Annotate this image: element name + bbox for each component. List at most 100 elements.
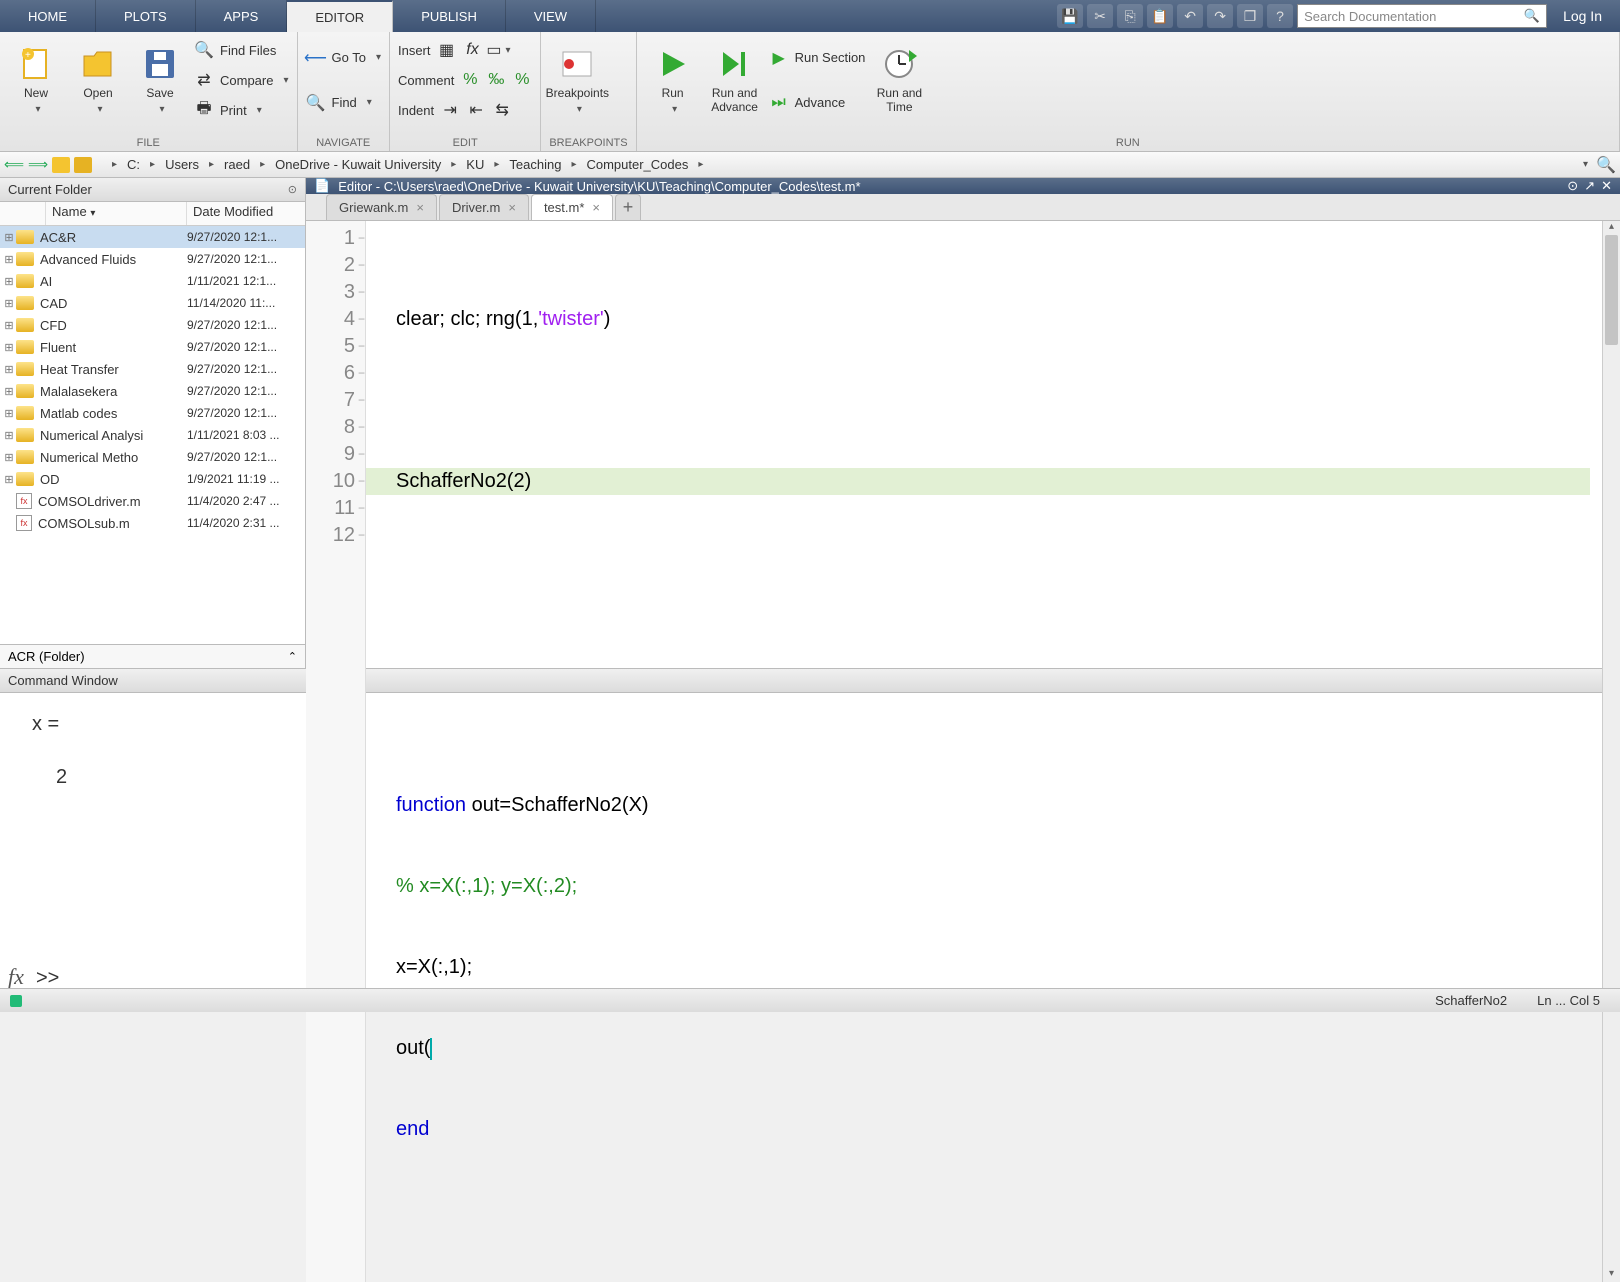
folder-up-icon[interactable] <box>74 157 92 173</box>
tab-home[interactable]: HOME <box>0 0 96 32</box>
file-row[interactable]: ⊞CAD11/14/2020 11:... <box>0 292 305 314</box>
header-date-col[interactable]: Date Modified <box>187 202 305 225</box>
insert-section-icon[interactable]: ▦ <box>437 40 457 60</box>
editor-undock-icon[interactable]: ↗ <box>1584 178 1595 194</box>
advance-button[interactable]: ⏭ Advance <box>769 89 866 117</box>
close-tab-icon[interactable]: × <box>416 200 424 215</box>
scroll-up-icon[interactable]: ▴ <box>1603 221 1620 235</box>
editor-close-icon[interactable]: ✕ <box>1601 178 1612 194</box>
outdent-icon[interactable]: ⇤ <box>466 100 486 120</box>
run-button[interactable]: Run <box>645 36 701 124</box>
file-row[interactable]: ⊞Numerical Analysi1/11/2021 8:03 ... <box>0 424 305 446</box>
qat-copy-icon[interactable]: ⎘ <box>1117 4 1143 28</box>
run-advance-button[interactable]: Run and Advance <box>707 36 763 124</box>
file-row[interactable]: ⊞AC&R9/27/2020 12:1... <box>0 226 305 248</box>
file-row[interactable]: ⊞Matlab codes9/27/2020 12:1... <box>0 402 305 424</box>
qat-cut-icon[interactable]: ✂ <box>1087 4 1113 28</box>
comment-icon[interactable]: % <box>460 70 480 90</box>
tab-driver[interactable]: Driver.m × <box>439 194 529 220</box>
smart-indent-icon[interactable]: ⇆ <box>492 100 512 120</box>
close-tab-icon[interactable]: × <box>592 200 600 215</box>
file-row[interactable]: ⊞Advanced Fluids9/27/2020 12:1... <box>0 248 305 270</box>
goto-button[interactable]: ⟵ Go To <box>306 44 381 72</box>
tab-view[interactable]: VIEW <box>506 0 596 32</box>
header-icon-col[interactable] <box>0 202 46 225</box>
expand-icon[interactable]: ⊞ <box>2 253 16 266</box>
header-name-col[interactable]: Name ▾ <box>46 202 187 225</box>
expand-icon[interactable]: ⊞ <box>2 231 16 244</box>
crumb-onedrive[interactable]: OneDrive - Kuwait University <box>273 157 443 172</box>
tab-publish[interactable]: PUBLISH <box>393 0 506 32</box>
crumb-c[interactable]: C: <box>125 157 142 172</box>
help-icon[interactable]: ? <box>1267 4 1293 28</box>
run-section-button[interactable]: ▶ Run Section <box>769 44 866 72</box>
file-row[interactable]: ⊞OD1/9/2021 11:19 ... <box>0 468 305 490</box>
insert-fx-icon[interactable]: fx <box>463 40 483 60</box>
find-files-button[interactable]: 🔍 Find Files <box>194 36 289 64</box>
indent-icon[interactable]: ⇥ <box>440 100 460 120</box>
file-row[interactable]: ⊞Numerical Metho9/27/2020 12:1... <box>0 446 305 468</box>
mfile-icon: fx <box>16 515 32 531</box>
panel-actions-icon[interactable]: ⊙ <box>288 183 297 196</box>
expand-icon[interactable]: ⊞ <box>2 297 16 310</box>
file-row[interactable]: fxCOMSOLsub.m11/4/2020 2:31 ... <box>0 512 305 534</box>
print-button[interactable]: 🖶 Print <box>194 96 289 124</box>
expand-icon[interactable]: ⊞ <box>2 275 16 288</box>
expand-icon[interactable]: ⊞ <box>2 385 16 398</box>
expand-icon[interactable]: ⊞ <box>2 363 16 376</box>
expand-icon[interactable]: ⊞ <box>2 473 16 486</box>
scroll-down-icon[interactable]: ▾ <box>1603 1268 1620 1282</box>
compare-button[interactable]: ⇄ Compare <box>194 66 289 94</box>
save-button[interactable]: Save <box>132 36 188 124</box>
tab-griewank[interactable]: Griewank.m × <box>326 194 437 220</box>
run-time-button[interactable]: Run and Time <box>871 36 927 124</box>
insert-more-icon[interactable]: ▭ <box>489 40 509 60</box>
new-button[interactable]: + New <box>8 36 64 124</box>
qat-save-icon[interactable]: 💾 <box>1057 4 1083 28</box>
tab-apps[interactable]: APPS <box>196 0 288 32</box>
qat-redo-icon[interactable]: ↷ <box>1207 4 1233 28</box>
editor-max-icon[interactable]: ⊙ <box>1567 178 1578 194</box>
file-row[interactable]: ⊞CFD9/27/2020 12:1... <box>0 314 305 336</box>
svg-text:+: + <box>25 50 31 61</box>
search-input[interactable]: Search Documentation 🔍 <box>1297 4 1547 28</box>
crumb-ku[interactable]: KU <box>464 157 486 172</box>
nav-fwd-icon[interactable]: ⟹ <box>28 155 48 175</box>
qat-paste-icon[interactable]: 📋 <box>1147 4 1173 28</box>
crumb-teaching[interactable]: Teaching <box>507 157 563 172</box>
address-dropdown-icon[interactable]: ▾ <box>1579 159 1592 170</box>
close-tab-icon[interactable]: × <box>508 200 516 215</box>
uncomment-icon[interactable]: ‰ <box>486 70 506 90</box>
detail-collapse-icon[interactable]: ⌃ <box>288 650 297 663</box>
tab-editor[interactable]: EDITOR <box>287 0 393 32</box>
fx-icon[interactable]: fx <box>8 964 24 990</box>
file-list[interactable]: ⊞AC&R9/27/2020 12:1...⊞Advanced Fluids9/… <box>0 226 305 644</box>
file-row[interactable]: ⊞AI1/11/2021 12:1... <box>0 270 305 292</box>
command-prompt[interactable]: >> <box>36 967 59 990</box>
crumb-users[interactable]: Users <box>163 157 201 172</box>
tab-plots[interactable]: PLOTS <box>96 0 196 32</box>
folder-icon[interactable] <box>52 157 70 173</box>
qat-windows-icon[interactable]: ❐ <box>1237 4 1263 28</box>
file-row[interactable]: fxCOMSOLdriver.m11/4/2020 2:47 ... <box>0 490 305 512</box>
find-button[interactable]: 🔍 Find <box>306 89 381 117</box>
expand-icon[interactable]: ⊞ <box>2 429 16 442</box>
breakpoints-button[interactable]: Breakpoints <box>549 36 605 124</box>
login-button[interactable]: Log In <box>1551 8 1614 24</box>
file-row[interactable]: ⊞Heat Transfer9/27/2020 12:1... <box>0 358 305 380</box>
expand-icon[interactable]: ⊞ <box>2 341 16 354</box>
expand-icon[interactable]: ⊞ <box>2 319 16 332</box>
address-search-icon[interactable]: 🔍 <box>1596 155 1616 175</box>
file-row[interactable]: ⊞Malalasekera9/27/2020 12:1... <box>0 380 305 402</box>
qat-undo-icon[interactable]: ↶ <box>1177 4 1203 28</box>
nav-back-icon[interactable]: ⟸ <box>4 155 24 175</box>
crumb-raed[interactable]: raed <box>222 157 252 172</box>
open-button[interactable]: Open <box>70 36 126 124</box>
expand-icon[interactable]: ⊞ <box>2 407 16 420</box>
tab-test[interactable]: test.m* × <box>531 194 613 220</box>
wrap-comment-icon[interactable]: % <box>512 70 532 90</box>
crumb-codes[interactable]: Computer_Codes <box>584 157 690 172</box>
expand-icon[interactable]: ⊞ <box>2 451 16 464</box>
new-tab-button[interactable]: + <box>615 194 641 220</box>
file-row[interactable]: ⊞Fluent9/27/2020 12:1... <box>0 336 305 358</box>
